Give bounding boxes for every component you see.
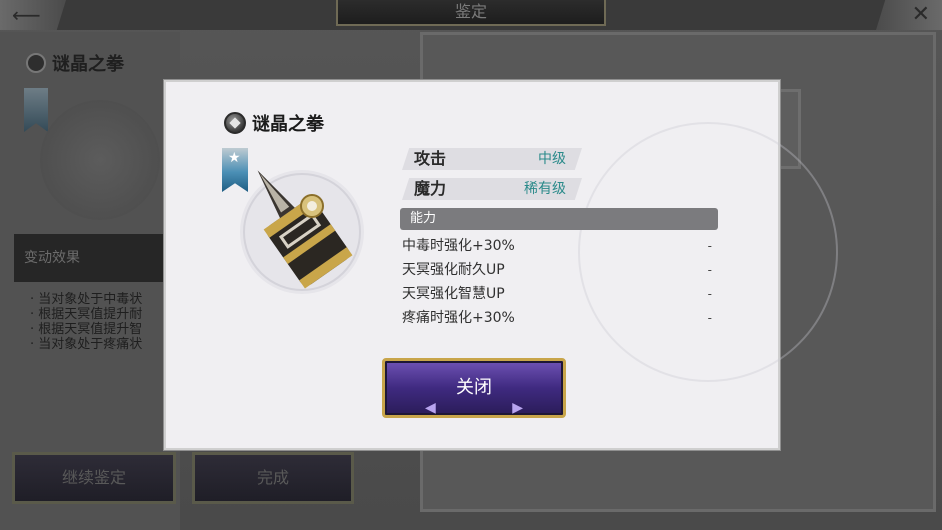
ability-row: 中毒时强化+30% -: [400, 236, 712, 256]
gem-icon: [224, 112, 246, 134]
close-button[interactable]: ◀ 关闭 ▶: [382, 358, 566, 418]
chevron-left-icon: ◀: [425, 400, 436, 416]
stat-label: 攻击: [414, 149, 447, 168]
close-icon: ✕: [911, 2, 930, 27]
stat-value: 稀有级: [524, 181, 566, 197]
close-button-label: 关闭: [456, 377, 492, 398]
bg-effect-item: · 根据天冥值提升耐: [30, 307, 143, 322]
modal-title: 谜晶之拳: [224, 110, 324, 136]
stat-row-magic: 魔力 稀有级: [402, 178, 582, 200]
stat-value: 中级: [538, 151, 566, 167]
stat-row-attack: 攻击 中级: [402, 148, 582, 170]
star-icon: ★: [228, 150, 241, 166]
bg-item-image: [40, 100, 160, 220]
ability-value: -: [707, 239, 712, 253]
back-button[interactable]: ⟵: [0, 0, 66, 30]
chevron-right-icon: ▶: [512, 400, 523, 416]
ability-value: -: [707, 311, 712, 325]
ability-row: 天冥强化耐久UP -: [400, 260, 712, 280]
gem-icon: [26, 53, 46, 73]
ability-name: 天冥强化耐久UP: [402, 262, 505, 278]
effect-label: 变动效果: [14, 234, 164, 282]
ability-name: 中毒时强化+30%: [402, 238, 515, 254]
continue-appraisal-button[interactable]: 继续鉴定: [12, 452, 176, 504]
ability-row: 疼痛时强化+30% -: [400, 308, 712, 328]
done-button[interactable]: 完成: [192, 452, 354, 504]
item-name: 谜晶之拳: [252, 114, 324, 135]
ability-value: -: [707, 263, 712, 277]
screen-title: 鉴定: [336, 0, 606, 26]
bg-item-name: 谜晶之拳: [52, 54, 124, 75]
ability-header: 能力: [400, 208, 718, 230]
item-detail-modal: 谜晶之拳 ★ 攻击 中级 魔力 稀有级 能力 中毒时强化+30% - 天冥强化耐…: [164, 80, 838, 450]
bg-effect-item: · 当对象处于中毒状: [30, 292, 143, 307]
ability-row: 天冥强化智慧UP -: [400, 284, 712, 304]
back-arrow-icon: ⟵: [12, 3, 41, 27]
ability-name: 天冥强化智慧UP: [402, 286, 505, 302]
ability-name: 疼痛时强化+30%: [402, 310, 515, 326]
bg-item-title: 谜晶之拳: [26, 50, 124, 76]
bg-effect-item: · 当对象处于疼痛状: [30, 337, 143, 352]
stat-label: 魔力: [414, 179, 447, 198]
bg-effect-list: · 当对象处于中毒状 · 根据天冥值提升耐 · 根据天冥值提升智 · 当对象处于…: [30, 292, 164, 352]
exit-button[interactable]: ✕: [876, 0, 942, 30]
ability-value: -: [707, 287, 712, 301]
bg-effect-item: · 根据天冥值提升智: [30, 322, 143, 337]
